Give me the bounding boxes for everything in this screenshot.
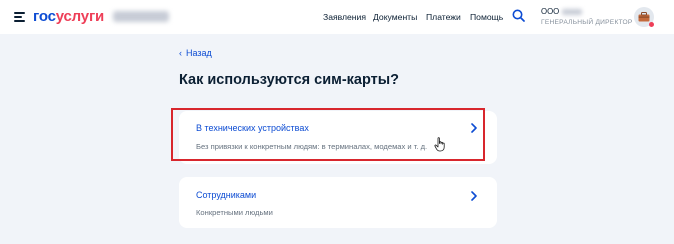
option-title: Сотрудниками xyxy=(196,190,257,200)
search-icon[interactable] xyxy=(512,9,525,22)
option-employees[interactable]: Сотрудниками Конкретными людьми xyxy=(179,177,497,228)
option-description: Конкретными людьми xyxy=(196,208,273,217)
nav-help[interactable]: Помощь xyxy=(470,12,503,22)
chevron-right-icon xyxy=(471,123,477,133)
nav-payments[interactable]: Платежи xyxy=(426,12,461,22)
nav-applications[interactable]: Заявления xyxy=(323,12,366,22)
option-description: Без привязки к конкретным людям: в терми… xyxy=(196,142,428,151)
org-form: ООО xyxy=(541,7,560,16)
org-name-blurred xyxy=(562,8,583,15)
nav-documents[interactable]: Документы xyxy=(373,12,417,22)
top-header: госуслуги Заявления Документы Платежи По… xyxy=(0,0,674,34)
logo-part-uslugi: услуги xyxy=(55,8,105,25)
logo-part-gos: гос xyxy=(33,8,56,25)
menu-icon[interactable] xyxy=(14,12,25,22)
avatar-icon xyxy=(638,12,650,22)
gosuslugi-logo[interactable]: госуслуги xyxy=(33,8,104,25)
page-title: Как используются сим-карты? xyxy=(179,72,399,88)
option-technical-devices[interactable]: В технических устройствах Без привязки к… xyxy=(179,111,497,164)
option-title: В технических устройствах xyxy=(196,123,309,133)
notification-dot xyxy=(649,22,654,27)
back-link[interactable]: ‹ Назад xyxy=(179,48,212,58)
organization-name[interactable]: ООО xyxy=(541,7,583,16)
back-label: Назад xyxy=(186,48,212,58)
user-role: ГЕНЕРАЛЬНЫЙ ДИРЕКТОР xyxy=(541,19,633,26)
region-selector-blurred[interactable] xyxy=(113,11,169,22)
chevron-left-icon: ‹ xyxy=(179,48,182,58)
chevron-right-icon xyxy=(471,191,477,201)
